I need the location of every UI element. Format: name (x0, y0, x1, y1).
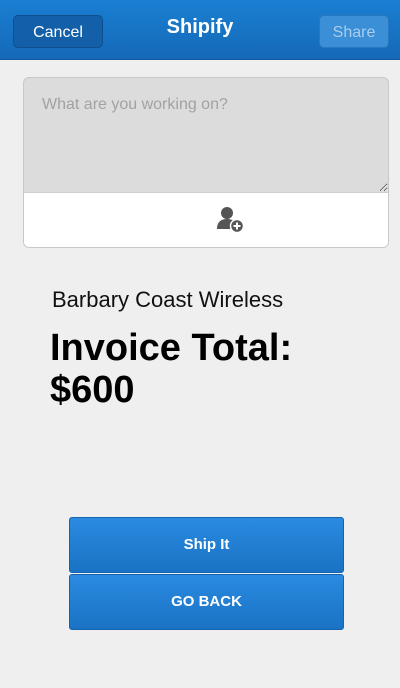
top-bar: Cancel Shipify Share (0, 0, 400, 60)
compose-box (23, 77, 389, 248)
invoice-total-label: Invoice Total: (50, 327, 293, 369)
compose-toolbar (24, 192, 388, 247)
add-person-icon[interactable] (216, 205, 246, 235)
go-back-button[interactable]: GO BACK (69, 574, 344, 630)
invoice-total-amount: $600 (50, 369, 135, 411)
share-button[interactable]: Share (319, 15, 389, 48)
ship-it-button[interactable]: Ship It (69, 517, 344, 573)
status-input[interactable] (24, 78, 388, 192)
company-name: Barbary Coast Wireless (52, 287, 284, 312)
